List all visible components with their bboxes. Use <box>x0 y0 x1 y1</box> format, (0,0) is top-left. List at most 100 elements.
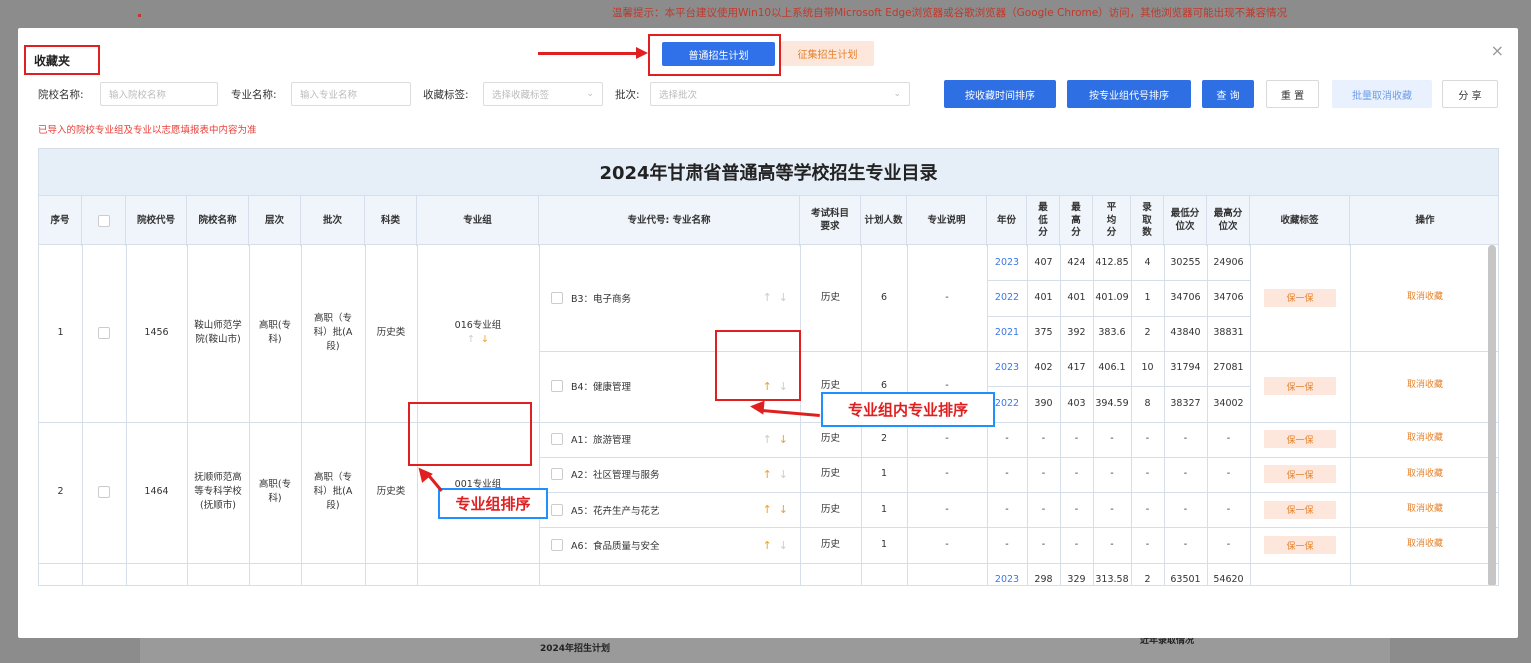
level-cell: 高职(专科) <box>249 563 301 585</box>
arrow-up-icon[interactable]: ↑ <box>763 433 772 446</box>
seq-cell: 3 <box>39 563 82 585</box>
major-sort-arrows[interactable]: ↑ ↓ <box>763 291 788 304</box>
th-type: 科类 <box>365 196 417 246</box>
row-checkbox[interactable] <box>98 486 110 499</box>
tab-special-plan[interactable]: 征集招生计划 <box>781 41 874 66</box>
arrow-down-icon[interactable]: ↓ <box>481 334 489 345</box>
major-cell: A1：护理↑ ↓ <box>551 563 788 585</box>
score-cell: 54620 <box>1213 574 1244 586</box>
plan-count-cell: 6 <box>880 291 888 303</box>
row-select-cell[interactable] <box>82 563 126 585</box>
group-sort-arrows[interactable]: ↑ ↓ <box>467 333 489 347</box>
close-icon[interactable]: × <box>1491 41 1504 60</box>
row-checkbox[interactable] <box>98 327 110 340</box>
tag-pill[interactable]: 保一保 <box>1264 377 1336 396</box>
school-name-cell: 鞍山师范学院(鞍山市) <box>194 320 242 346</box>
arrow-up-icon[interactable]: ↑ <box>763 503 772 516</box>
vertical-scrollbar[interactable] <box>1488 245 1496 585</box>
tag-pill[interactable]: 保一保 <box>1264 500 1336 519</box>
major-sort-arrows[interactable]: ↑ ↓ <box>763 539 788 552</box>
major-name-input[interactable]: 输入专业名称 <box>291 82 411 106</box>
row-select-cell[interactable] <box>82 245 126 422</box>
query-button[interactable]: 查 询 <box>1202 80 1254 108</box>
batch-label: 批次: <box>615 88 640 101</box>
cancel-favorite-link[interactable]: 取消收藏 <box>1350 245 1498 351</box>
import-note: 已导入的院校专业组及专业以志愿填报表中内容为准 <box>38 125 257 136</box>
plan-count-cell: 1 <box>861 563 907 585</box>
level-cell: 高职(专科) <box>258 478 292 505</box>
major-sort-arrows[interactable]: ↑ ↓ <box>763 503 788 516</box>
cancel-favorite-link[interactable]: 取消收藏 <box>1350 351 1498 422</box>
score-cell: 407 <box>1034 256 1053 268</box>
table-title: 2024年甘肃省普通高等学校招生专业目录 <box>39 149 1498 195</box>
score-cell: 2023 <box>994 256 1020 268</box>
cancel-favorite-link[interactable]: 取消收藏 <box>1350 457 1498 492</box>
score-cell: - <box>1041 468 1046 480</box>
reset-button[interactable]: 重 置 <box>1266 80 1319 108</box>
score-cell: 38327 <box>1170 397 1201 409</box>
major-note-cell: - <box>945 538 949 550</box>
major-sort-arrows[interactable]: ↑ ↓ <box>763 433 788 446</box>
tag-pill[interactable]: 保一保 <box>1264 536 1336 555</box>
major-cell: A1：旅游管理 ↑ ↓ <box>551 422 788 457</box>
tag-select[interactable]: 选择收藏标签 ⌄ <box>483 82 603 106</box>
school-name-label: 院校名称: <box>38 88 84 101</box>
group-cell: 001专业组↑ ↓ <box>417 563 539 585</box>
score-cell: 8 <box>1144 397 1151 409</box>
major-name: A6：食品质量与安全 <box>571 541 660 553</box>
arrow-down-icon[interactable]: ↓ <box>779 433 788 446</box>
th-seq: 序号 <box>39 196 82 246</box>
score-cell: 63501 <box>1170 574 1201 586</box>
tag-pill[interactable]: 保一保 <box>1264 465 1336 484</box>
score-cell: - <box>1226 538 1231 550</box>
major-checkbox[interactable] <box>551 433 563 446</box>
row-select-cell[interactable] <box>82 422 126 563</box>
score-cell: 4 <box>1144 256 1151 268</box>
score-cell: 383.6 <box>1098 327 1126 339</box>
tag-pill[interactable]: 保一保 <box>1264 430 1336 449</box>
th-avg-score: 平均分 <box>1093 196 1131 246</box>
arrow-up-icon[interactable]: ↑ <box>467 334 475 345</box>
share-button[interactable]: 分 享 <box>1442 80 1498 108</box>
select-all-checkbox[interactable] <box>97 215 110 227</box>
arrow-up-icon[interactable]: ↑ <box>763 468 772 481</box>
tag-pill[interactable]: 保一保 <box>1264 288 1336 307</box>
sort-by-time-button[interactable]: 按收藏时间排序 <box>944 80 1056 108</box>
arrow-up-icon[interactable]: ↑ <box>763 291 772 304</box>
batch-cancel-button[interactable]: 批量取消收藏 <box>1332 80 1432 108</box>
arrow-down-icon[interactable]: ↓ <box>779 539 788 552</box>
subject-req-cell: 历史 <box>800 563 861 585</box>
th-select-all[interactable] <box>82 196 126 246</box>
background-plan-title: 2024年招生计划 <box>540 644 611 654</box>
arrow-down-icon[interactable]: ↓ <box>779 291 788 304</box>
tab-normal-plan[interactable]: 普通招生计划 <box>662 42 775 66</box>
arrow-down-icon[interactable]: ↓ <box>779 468 788 481</box>
arrow-down-icon[interactable]: ↓ <box>779 503 788 516</box>
major-checkbox[interactable] <box>551 539 563 552</box>
cancel-favorite-link[interactable]: 取消收藏 <box>1350 563 1498 585</box>
major-note-cell: - <box>945 291 949 303</box>
sort-by-code-button[interactable]: 按专业组代号排序 <box>1067 80 1191 108</box>
batch-select[interactable]: 选择批次 ⌄ <box>650 82 910 106</box>
plan-count-cell: 1 <box>880 538 888 550</box>
type-cell: 历史类 <box>365 563 417 585</box>
th-plan-count: 计划人数 <box>861 196 907 246</box>
favorites-modal: 收藏夹 × 普通招生计划 征集招生计划 院校名称: 输入院校名称 专业名称: 输… <box>18 28 1518 638</box>
cancel-favorite-link[interactable]: 取消收藏 <box>1350 527 1498 562</box>
score-cell: 24906 <box>1213 256 1244 268</box>
major-checkbox[interactable] <box>551 291 563 304</box>
cancel-favorite-link[interactable]: 取消收藏 <box>1350 492 1498 527</box>
major-sort-arrows[interactable]: ↑ ↓ <box>763 468 788 481</box>
major-checkbox[interactable] <box>551 380 563 393</box>
arrow-up-icon[interactable]: ↑ <box>763 539 772 552</box>
school-name-input[interactable]: 输入院校名称 <box>100 82 218 106</box>
score-cell: 2 <box>1144 327 1151 339</box>
cancel-favorite-link[interactable]: 取消收藏 <box>1350 422 1498 457</box>
score-cell: 329 <box>1067 574 1086 586</box>
batch-cell: 高职（专科）批(A段) <box>301 563 365 585</box>
score-cell: - <box>1145 503 1150 515</box>
major-checkbox[interactable] <box>551 503 563 516</box>
major-checkbox[interactable] <box>551 468 563 481</box>
score-cell: 424 <box>1067 256 1086 268</box>
type-cell: 历史类 <box>376 327 406 339</box>
